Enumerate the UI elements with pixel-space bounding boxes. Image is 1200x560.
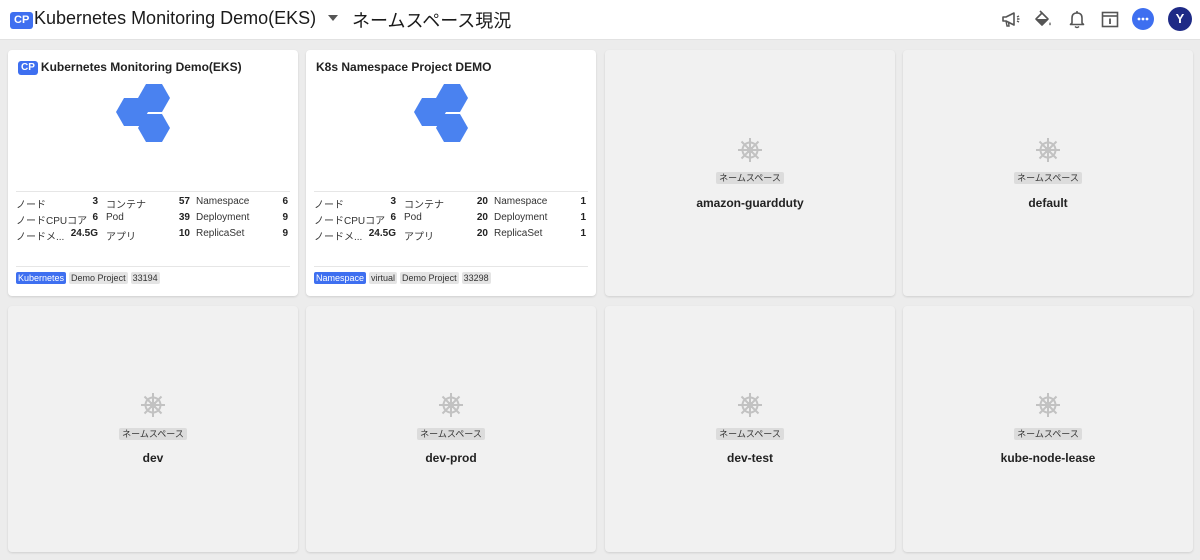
namespace-label: ネームスペース [306,428,596,440]
stat-label: アプリ [106,232,136,243]
namespace-label: ネームスペース [903,428,1193,440]
page-title: ネームスペース現況 [352,11,512,31]
helm-wheel-icon [736,391,764,419]
namespace-name: kube-node-lease [1000,451,1096,465]
namespace-label: ネームスペース [605,428,895,440]
namespace-card[interactable]: ネームスペース dev-test [605,306,895,552]
hexagon-logo-icon [108,82,172,146]
stat-label: ノード [16,200,46,211]
divider [16,266,290,267]
namespace-card[interactable]: ネームスペース dev [8,306,298,552]
project-selector[interactable]: Kubernetes Monitoring Demo(EKS) [34,8,316,29]
tag: Kubernetes [16,272,67,284]
avatar[interactable]: Y [1168,7,1192,31]
stat-value: 9 [282,228,288,239]
stat-value: 24.5G [70,228,98,239]
stat-label: コンテナ [106,200,146,211]
divider [314,266,588,267]
cp-badge: CP [10,12,34,29]
stat-value: 24.5G [368,228,396,239]
tag-list: Namespace virtual Demo Project 33298 [314,272,494,284]
tag: Demo Project [69,272,128,284]
helm-wheel-icon [736,136,764,164]
stat-value: 6 [282,196,288,207]
chevron-down-icon[interactable] [328,15,338,21]
stat-value: 1 [580,212,586,223]
tag-list: Kubernetes Demo Project 33194 [16,272,163,284]
stat-value: 3 [92,196,98,207]
project-card[interactable]: CP Kubernetes Monitoring Demo(EKS) ノード ノー… [8,50,298,296]
tag: 33298 [461,272,491,284]
stat-value: 20 [476,196,488,207]
megaphone-icon[interactable] [1000,8,1022,30]
namespace-card[interactable]: ネームスペース default [903,50,1193,296]
namespace-name: dev-test [726,451,773,465]
bell-icon[interactable] [1066,8,1088,30]
helm-wheel-icon [1034,136,1062,164]
tag: virtual [369,272,398,284]
stat-value: 3 [390,196,396,207]
project-name: Kubernetes Monitoring Demo(EKS) [40,60,242,74]
stat-value: 10 [178,228,190,239]
tag: Namespace [314,272,367,284]
stat-value: 1 [580,196,586,207]
tag: Demo Project [400,272,459,284]
top-bar: CP Kubernetes Monitoring Demo(EKS) ネームスペ… [0,0,1200,40]
namespace-name: amazon-guardduty [696,196,804,210]
stat-label: ノード [314,200,344,211]
tag: 33194 [130,272,160,284]
helm-wheel-icon [437,391,465,419]
cp-badge: CP [18,61,38,75]
namespace-card[interactable]: ネームスペース amazon-guardduty [605,50,895,296]
namespace-label: ネームスペース [605,172,895,184]
namespace-card[interactable]: ネームスペース dev-prod [306,306,596,552]
stat-value: 20 [476,212,488,223]
namespace-label: ネームスペース [8,428,298,440]
stat-value: 1 [580,228,586,239]
helm-wheel-icon [1034,391,1062,419]
stat-value: 6 [92,212,98,223]
stat-value: 57 [178,196,190,207]
stat-label: Pod [404,212,422,223]
stat-label: アプリ [404,232,434,243]
project-card-title: CP Kubernetes Monitoring Demo(EKS) [18,60,242,75]
namespace-name: default [1028,196,1068,210]
stat-label: Deployment [494,212,548,223]
stat-value: 39 [178,212,190,223]
stat-value: 20 [476,228,488,239]
namespace-name: dev [142,451,164,465]
namespace-name: dev-prod [425,451,477,465]
namespace-label: ネームスペース [903,172,1193,184]
stat-value: 6 [390,212,396,223]
hexagon-logo-icon [406,82,470,146]
helm-wheel-icon [139,391,167,419]
paint-bucket-icon[interactable] [1032,8,1054,30]
stat-value: 9 [282,212,288,223]
divider [16,191,290,192]
calendar-icon[interactable] [1099,8,1121,30]
stat-label: ReplicaSet [196,228,245,239]
stat-label: Deployment [196,212,250,223]
stat-label: コンテナ [404,200,444,211]
stat-label: Namespace [494,196,548,207]
divider [314,191,588,192]
stat-label: ReplicaSet [494,228,543,239]
project-card-title: K8s Namespace Project DEMO [316,60,491,74]
project-card[interactable]: K8s Namespace Project DEMO ノード ノードCPUコア … [306,50,596,296]
stat-label: Namespace [196,196,250,207]
chat-icon[interactable] [1132,8,1154,30]
project-name: K8s Namespace Project DEMO [316,60,492,74]
stat-label: Pod [106,212,124,223]
namespace-card[interactable]: ネームスペース kube-node-lease [903,306,1193,552]
